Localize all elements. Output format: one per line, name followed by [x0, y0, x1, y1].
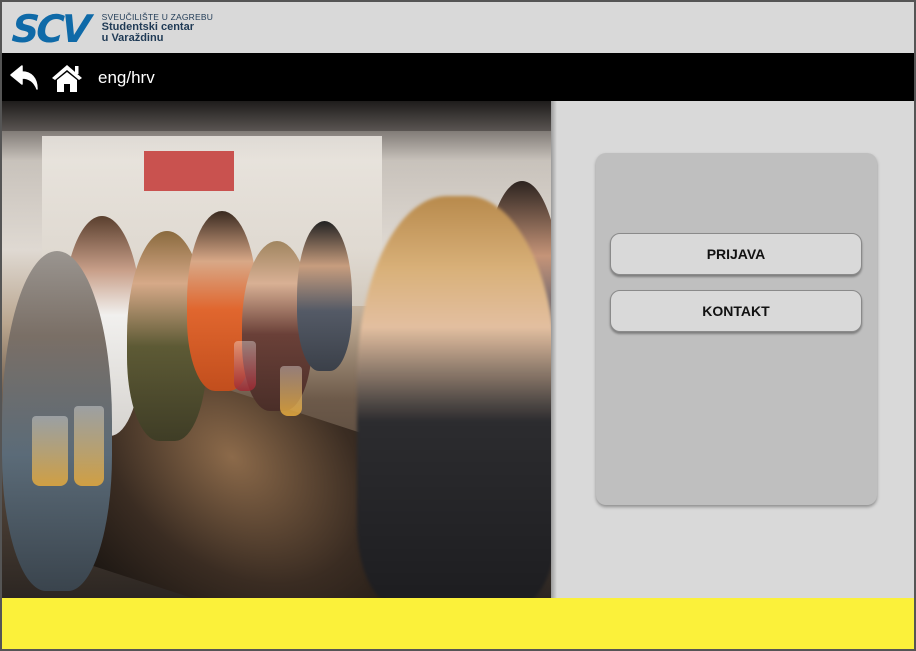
back-arrow-icon [10, 64, 38, 90]
home-icon [52, 64, 82, 92]
prijava-button[interactable]: PRIJAVA [610, 233, 862, 275]
logo-city: u Varaždinu [101, 32, 164, 45]
hero-photo [2, 101, 551, 598]
photo-awning [2, 101, 551, 131]
scv-logo[interactable]: SCV SVEUČILIŠTE U ZAGREBU Studentski cen… [10, 7, 213, 51]
app-window: SCV SVEUČILIŠTE U ZAGREBU Studentski cen… [0, 0, 916, 651]
photo-person [357, 196, 551, 598]
header: SCV SVEUČILIŠTE U ZAGREBU Studentski cen… [2, 2, 914, 54]
back-button[interactable] [8, 61, 42, 95]
footer-bar [2, 598, 914, 649]
photo-divider [551, 101, 557, 598]
navbar: eng/hrv [2, 54, 914, 101]
home-button[interactable] [50, 61, 84, 95]
photo-red-sign [144, 151, 234, 191]
menu-panel: PRIJAVA KONTAKT [596, 153, 877, 505]
photo-glass [234, 341, 256, 391]
logo-mark: SCV [10, 7, 90, 51]
kontakt-button[interactable]: KONTAKT [610, 290, 862, 332]
photo-glass [280, 366, 302, 416]
logo-text: SVEUČILIŠTE U ZAGREBU Studentski centar … [102, 13, 213, 45]
photo-person [297, 221, 352, 371]
photo-glass [32, 416, 68, 486]
photo-glass [74, 406, 104, 486]
language-switch-link[interactable]: eng/hrv [98, 68, 155, 88]
